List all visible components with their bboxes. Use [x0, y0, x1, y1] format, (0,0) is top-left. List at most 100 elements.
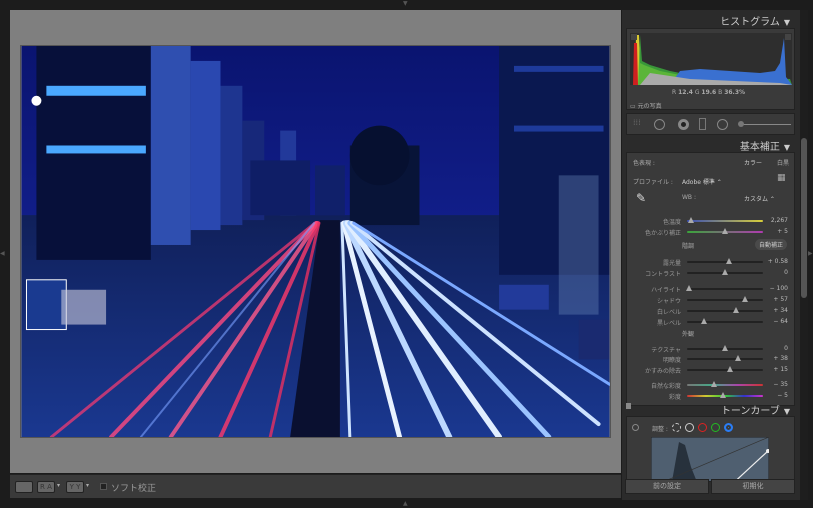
histogram-header[interactable]: ヒストグラム ▼ — [720, 13, 790, 28]
slider-label: コントラスト — [645, 271, 681, 278]
histogram-chart — [630, 33, 792, 85]
slider-value[interactable]: + 0.58 — [758, 258, 788, 265]
slider-thumb[interactable] — [720, 392, 727, 398]
slider-value[interactable]: + 38 — [758, 355, 788, 362]
panel-toggle-icon[interactable] — [626, 403, 631, 409]
right-panel-toggle[interactable]: ▶ — [808, 250, 813, 257]
slider-label: テクスチャ — [651, 347, 681, 354]
slider-thumb[interactable] — [722, 228, 728, 234]
left-panel-toggle[interactable]: ◀ — [0, 250, 5, 257]
exposure-slider[interactable] — [687, 258, 763, 264]
channel-green-icon[interactable] — [711, 423, 720, 432]
wb-eyedropper-icon[interactable]: ✎ — [636, 191, 646, 205]
previous-settings-button[interactable]: 前の設定 — [625, 479, 709, 494]
slider-label: 明瞭度 — [662, 357, 681, 364]
graduated-filter-icon[interactable] — [699, 118, 706, 130]
brush-icon[interactable] — [738, 121, 744, 127]
blacks-slider[interactable] — [687, 318, 763, 324]
clarity-slider[interactable] — [687, 355, 763, 361]
collapse-triangle-icon: ▼ — [783, 143, 790, 152]
spot-removal-icon[interactable] — [654, 119, 665, 130]
slider-value[interactable]: + 5 — [758, 228, 788, 235]
channel-rgb-icon[interactable] — [685, 423, 694, 432]
vibrance-slider[interactable] — [687, 381, 763, 387]
slider-thumb[interactable] — [741, 296, 748, 302]
radial-filter-icon[interactable] — [717, 119, 728, 130]
tone-curve-graph[interactable] — [651, 437, 769, 482]
slider-value[interactable]: 0 — [758, 269, 788, 276]
texture-slider[interactable] — [687, 345, 763, 351]
slider-label: 白レベル — [656, 309, 681, 316]
profile-browser-icon[interactable]: ▦ — [777, 173, 786, 183]
channel-blue-icon[interactable] — [724, 423, 733, 432]
channel-point-icon[interactable] — [672, 423, 681, 432]
treatment-bw[interactable]: 白黒 — [777, 158, 789, 167]
slider-thumb[interactable] — [687, 217, 694, 223]
original-photo-toggle[interactable]: ▭ 元の写真 — [630, 101, 662, 110]
collapse-triangle-icon: ▼ — [783, 407, 790, 416]
slider-thumb[interactable] — [700, 318, 707, 324]
tint-slider[interactable] — [687, 228, 763, 234]
target-adjust-icon[interactable] — [632, 424, 639, 431]
soft-proof-checkbox[interactable] — [100, 483, 107, 490]
top-panel-toggle[interactable]: ▼ — [403, 0, 408, 7]
slider-thumb[interactable] — [733, 307, 740, 313]
scrollbar-thumb[interactable] — [801, 138, 807, 298]
slider-value[interactable]: − 64 — [758, 318, 788, 325]
treatment-label: 色表現 : — [633, 160, 655, 167]
wb-select[interactable]: カスタム ⌃ — [744, 194, 775, 203]
shadows-slider[interactable] — [687, 296, 763, 302]
slider-thumb[interactable] — [725, 258, 732, 264]
before-after-button[interactable]: R A — [37, 481, 55, 493]
slider-value[interactable]: 0 — [758, 345, 788, 352]
temp-slider[interactable] — [687, 217, 763, 223]
reset-button[interactable]: 初期化 — [711, 479, 795, 494]
slider-thumb[interactable] — [722, 345, 728, 351]
panel-scrollbar[interactable] — [800, 10, 808, 500]
tool-strip: ⁞⁞⁞ — [626, 113, 795, 135]
basic-panel: 色表現 : カラー 白黒 プロファイル : Adobe 標準 ⌃ ▦ ✎ WB … — [626, 152, 795, 406]
slider-thumb[interactable] — [722, 269, 728, 275]
presence-label: 外観 — [682, 331, 695, 338]
chevron-down-icon[interactable]: ▾ — [57, 482, 60, 489]
slider-label: かすみの除去 — [644, 368, 681, 375]
channel-red-icon[interactable] — [698, 423, 707, 432]
filmstrip-toggle[interactable]: ▲ — [403, 500, 408, 507]
profile-select[interactable]: Adobe 標準 ⌃ — [682, 177, 722, 186]
slider-value[interactable]: + 15 — [758, 366, 788, 373]
chevron-down-icon[interactable]: ▾ — [86, 482, 89, 489]
slider-value[interactable]: + 57 — [758, 296, 788, 303]
tone-label: 階調 — [682, 243, 695, 250]
slider-label: 彩度 — [668, 394, 681, 401]
slider-thumb[interactable] — [686, 285, 693, 291]
whites-slider[interactable] — [687, 307, 763, 313]
slider-label: シャドウ — [656, 298, 681, 305]
contrast-slider[interactable] — [687, 269, 763, 275]
saturation-slider[interactable] — [687, 392, 763, 398]
right-panel: ヒストグラム ▼ R 12.4 G 19.6 B 36.3% ▭ 元の写真 ⁞⁞⁞… — [622, 10, 800, 500]
dehaze-slider[interactable] — [687, 366, 763, 372]
slider-value[interactable]: − 5 — [758, 392, 788, 399]
slider-value[interactable]: 2,267 — [758, 217, 788, 224]
basic-header[interactable]: 基本補正 ▼ — [740, 138, 790, 153]
tone-curve-header[interactable]: トーンカーブ ▼ — [721, 402, 790, 417]
swap-button[interactable]: Y Y — [66, 481, 84, 493]
slider-value[interactable]: − 100 — [758, 285, 788, 292]
shadow-clip-icon — [631, 34, 637, 40]
adjust-label: 調整 : — [652, 426, 668, 433]
slider-value[interactable]: + 34 — [758, 307, 788, 314]
auto-button[interactable]: 自動補正 — [755, 239, 788, 250]
loupe-view-button[interactable] — [15, 481, 33, 493]
slider-thumb[interactable] — [727, 366, 734, 372]
highlights-slider[interactable] — [686, 285, 763, 291]
slider-label: 色かぶり補正 — [644, 230, 681, 237]
slider-thumb[interactable] — [710, 381, 717, 387]
slider-thumb[interactable] — [734, 355, 741, 361]
slider-value[interactable]: − 35 — [758, 381, 788, 388]
slider-label: 黒レベル — [656, 320, 681, 327]
treatment-color[interactable]: カラー — [744, 158, 762, 167]
red-eye-icon[interactable] — [678, 119, 689, 130]
brush-slider[interactable] — [739, 124, 791, 125]
histogram-panel: R 12.4 G 19.6 B 36.3% ▭ 元の写真 — [626, 28, 795, 110]
crop-grid-icon[interactable]: ⁞⁞⁞ — [633, 118, 641, 127]
